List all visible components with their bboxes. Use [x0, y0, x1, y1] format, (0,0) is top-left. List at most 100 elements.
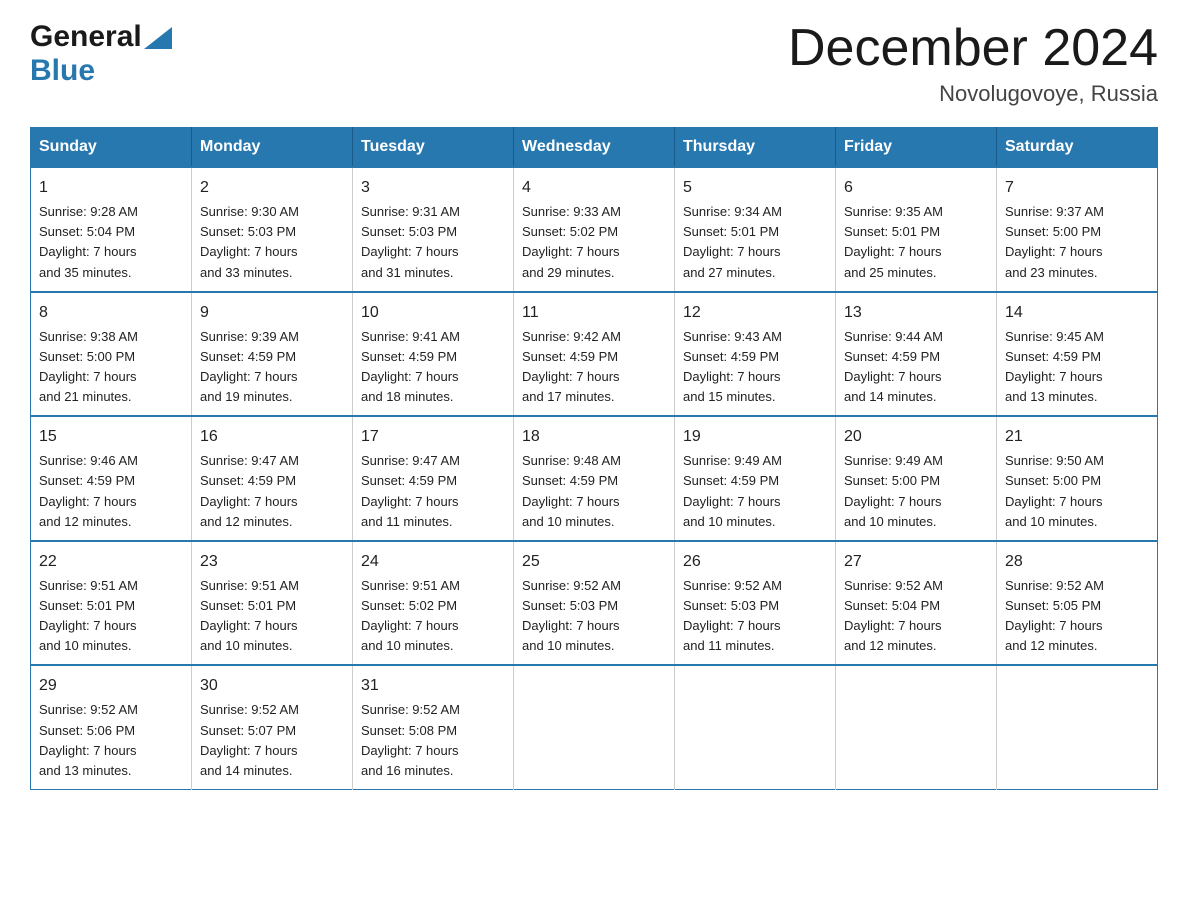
day-number: 31: [361, 674, 505, 698]
title-block: December 2024 Novolugovoye, Russia: [788, 20, 1158, 107]
day-info: Sunrise: 9:30 AMSunset: 5:03 PMDaylight:…: [200, 202, 344, 283]
day-info: Sunrise: 9:51 AMSunset: 5:01 PMDaylight:…: [200, 576, 344, 657]
calendar-day-cell: 14Sunrise: 9:45 AMSunset: 4:59 PMDayligh…: [997, 292, 1158, 417]
day-number: 7: [1005, 176, 1149, 200]
day-number: 11: [522, 301, 666, 325]
day-number: 5: [683, 176, 827, 200]
calendar-day-cell: 5Sunrise: 9:34 AMSunset: 5:01 PMDaylight…: [675, 167, 836, 292]
calendar-day-cell: 1Sunrise: 9:28 AMSunset: 5:04 PMDaylight…: [31, 167, 192, 292]
day-of-week-header: Sunday: [31, 128, 192, 168]
day-info: Sunrise: 9:42 AMSunset: 4:59 PMDaylight:…: [522, 327, 666, 408]
day-number: 13: [844, 301, 988, 325]
day-of-week-header: Thursday: [675, 128, 836, 168]
calendar-day-cell: 31Sunrise: 9:52 AMSunset: 5:08 PMDayligh…: [353, 665, 514, 789]
day-info: Sunrise: 9:48 AMSunset: 4:59 PMDaylight:…: [522, 451, 666, 532]
day-info: Sunrise: 9:43 AMSunset: 4:59 PMDaylight:…: [683, 327, 827, 408]
calendar-day-cell: 24Sunrise: 9:51 AMSunset: 5:02 PMDayligh…: [353, 541, 514, 666]
day-info: Sunrise: 9:38 AMSunset: 5:00 PMDaylight:…: [39, 327, 183, 408]
day-number: 29: [39, 674, 183, 698]
day-number: 22: [39, 550, 183, 574]
day-info: Sunrise: 9:35 AMSunset: 5:01 PMDaylight:…: [844, 202, 988, 283]
day-info: Sunrise: 9:51 AMSunset: 5:01 PMDaylight:…: [39, 576, 183, 657]
calendar-week-row: 22Sunrise: 9:51 AMSunset: 5:01 PMDayligh…: [31, 541, 1158, 666]
calendar-day-cell: 12Sunrise: 9:43 AMSunset: 4:59 PMDayligh…: [675, 292, 836, 417]
day-info: Sunrise: 9:52 AMSunset: 5:04 PMDaylight:…: [844, 576, 988, 657]
day-number: 15: [39, 425, 183, 449]
day-number: 8: [39, 301, 183, 325]
day-number: 12: [683, 301, 827, 325]
day-info: Sunrise: 9:52 AMSunset: 5:08 PMDaylight:…: [361, 700, 505, 781]
calendar-day-cell: 4Sunrise: 9:33 AMSunset: 5:02 PMDaylight…: [514, 167, 675, 292]
calendar-day-cell: 28Sunrise: 9:52 AMSunset: 5:05 PMDayligh…: [997, 541, 1158, 666]
calendar-day-cell: [675, 665, 836, 789]
day-info: Sunrise: 9:47 AMSunset: 4:59 PMDaylight:…: [200, 451, 344, 532]
day-info: Sunrise: 9:44 AMSunset: 4:59 PMDaylight:…: [844, 327, 988, 408]
calendar-day-cell: 23Sunrise: 9:51 AMSunset: 5:01 PMDayligh…: [192, 541, 353, 666]
day-number: 17: [361, 425, 505, 449]
calendar-day-cell: 29Sunrise: 9:52 AMSunset: 5:06 PMDayligh…: [31, 665, 192, 789]
logo: General Blue: [30, 20, 172, 88]
calendar-day-cell: [514, 665, 675, 789]
day-number: 25: [522, 550, 666, 574]
day-info: Sunrise: 9:52 AMSunset: 5:06 PMDaylight:…: [39, 700, 183, 781]
day-number: 1: [39, 176, 183, 200]
calendar-day-cell: 22Sunrise: 9:51 AMSunset: 5:01 PMDayligh…: [31, 541, 192, 666]
page-header: General Blue December 2024 Novolugovoye,…: [30, 20, 1158, 107]
day-of-week-header: Wednesday: [514, 128, 675, 168]
day-number: 16: [200, 425, 344, 449]
day-number: 3: [361, 176, 505, 200]
calendar-week-row: 1Sunrise: 9:28 AMSunset: 5:04 PMDaylight…: [31, 167, 1158, 292]
day-info: Sunrise: 9:49 AMSunset: 4:59 PMDaylight:…: [683, 451, 827, 532]
day-info: Sunrise: 9:28 AMSunset: 5:04 PMDaylight:…: [39, 202, 183, 283]
location-text: Novolugovoye, Russia: [788, 81, 1158, 107]
calendar-day-cell: 13Sunrise: 9:44 AMSunset: 4:59 PMDayligh…: [836, 292, 997, 417]
logo-blue-text: Blue: [30, 54, 95, 88]
calendar-day-cell: 30Sunrise: 9:52 AMSunset: 5:07 PMDayligh…: [192, 665, 353, 789]
day-info: Sunrise: 9:51 AMSunset: 5:02 PMDaylight:…: [361, 576, 505, 657]
logo-triangle-icon: [144, 27, 172, 49]
day-number: 6: [844, 176, 988, 200]
calendar-day-cell: [997, 665, 1158, 789]
day-of-week-header: Monday: [192, 128, 353, 168]
calendar-day-cell: 19Sunrise: 9:49 AMSunset: 4:59 PMDayligh…: [675, 416, 836, 541]
logo-general-text: General: [30, 20, 142, 54]
calendar-day-cell: 16Sunrise: 9:47 AMSunset: 4:59 PMDayligh…: [192, 416, 353, 541]
day-of-week-header: Friday: [836, 128, 997, 168]
day-info: Sunrise: 9:52 AMSunset: 5:03 PMDaylight:…: [522, 576, 666, 657]
day-info: Sunrise: 9:31 AMSunset: 5:03 PMDaylight:…: [361, 202, 505, 283]
day-info: Sunrise: 9:52 AMSunset: 5:07 PMDaylight:…: [200, 700, 344, 781]
month-title: December 2024: [788, 20, 1158, 77]
day-number: 28: [1005, 550, 1149, 574]
calendar-week-row: 8Sunrise: 9:38 AMSunset: 5:00 PMDaylight…: [31, 292, 1158, 417]
day-number: 20: [844, 425, 988, 449]
calendar-day-cell: 11Sunrise: 9:42 AMSunset: 4:59 PMDayligh…: [514, 292, 675, 417]
calendar-day-cell: 18Sunrise: 9:48 AMSunset: 4:59 PMDayligh…: [514, 416, 675, 541]
day-number: 14: [1005, 301, 1149, 325]
day-number: 21: [1005, 425, 1149, 449]
calendar-week-row: 29Sunrise: 9:52 AMSunset: 5:06 PMDayligh…: [31, 665, 1158, 789]
calendar-week-row: 15Sunrise: 9:46 AMSunset: 4:59 PMDayligh…: [31, 416, 1158, 541]
calendar-day-cell: 26Sunrise: 9:52 AMSunset: 5:03 PMDayligh…: [675, 541, 836, 666]
calendar-day-cell: 27Sunrise: 9:52 AMSunset: 5:04 PMDayligh…: [836, 541, 997, 666]
day-number: 4: [522, 176, 666, 200]
calendar-day-cell: 3Sunrise: 9:31 AMSunset: 5:03 PMDaylight…: [353, 167, 514, 292]
day-info: Sunrise: 9:41 AMSunset: 4:59 PMDaylight:…: [361, 327, 505, 408]
calendar-day-cell: 6Sunrise: 9:35 AMSunset: 5:01 PMDaylight…: [836, 167, 997, 292]
day-info: Sunrise: 9:52 AMSunset: 5:03 PMDaylight:…: [683, 576, 827, 657]
calendar-day-cell: 9Sunrise: 9:39 AMSunset: 4:59 PMDaylight…: [192, 292, 353, 417]
day-info: Sunrise: 9:46 AMSunset: 4:59 PMDaylight:…: [39, 451, 183, 532]
day-of-week-header: Saturday: [997, 128, 1158, 168]
calendar-day-cell: [836, 665, 997, 789]
day-number: 23: [200, 550, 344, 574]
day-number: 24: [361, 550, 505, 574]
calendar-table: SundayMondayTuesdayWednesdayThursdayFrid…: [30, 127, 1158, 790]
day-number: 26: [683, 550, 827, 574]
day-info: Sunrise: 9:47 AMSunset: 4:59 PMDaylight:…: [361, 451, 505, 532]
day-of-week-header: Tuesday: [353, 128, 514, 168]
day-info: Sunrise: 9:49 AMSunset: 5:00 PMDaylight:…: [844, 451, 988, 532]
day-info: Sunrise: 9:52 AMSunset: 5:05 PMDaylight:…: [1005, 576, 1149, 657]
day-info: Sunrise: 9:50 AMSunset: 5:00 PMDaylight:…: [1005, 451, 1149, 532]
calendar-day-cell: 8Sunrise: 9:38 AMSunset: 5:00 PMDaylight…: [31, 292, 192, 417]
calendar-day-cell: 10Sunrise: 9:41 AMSunset: 4:59 PMDayligh…: [353, 292, 514, 417]
day-number: 10: [361, 301, 505, 325]
